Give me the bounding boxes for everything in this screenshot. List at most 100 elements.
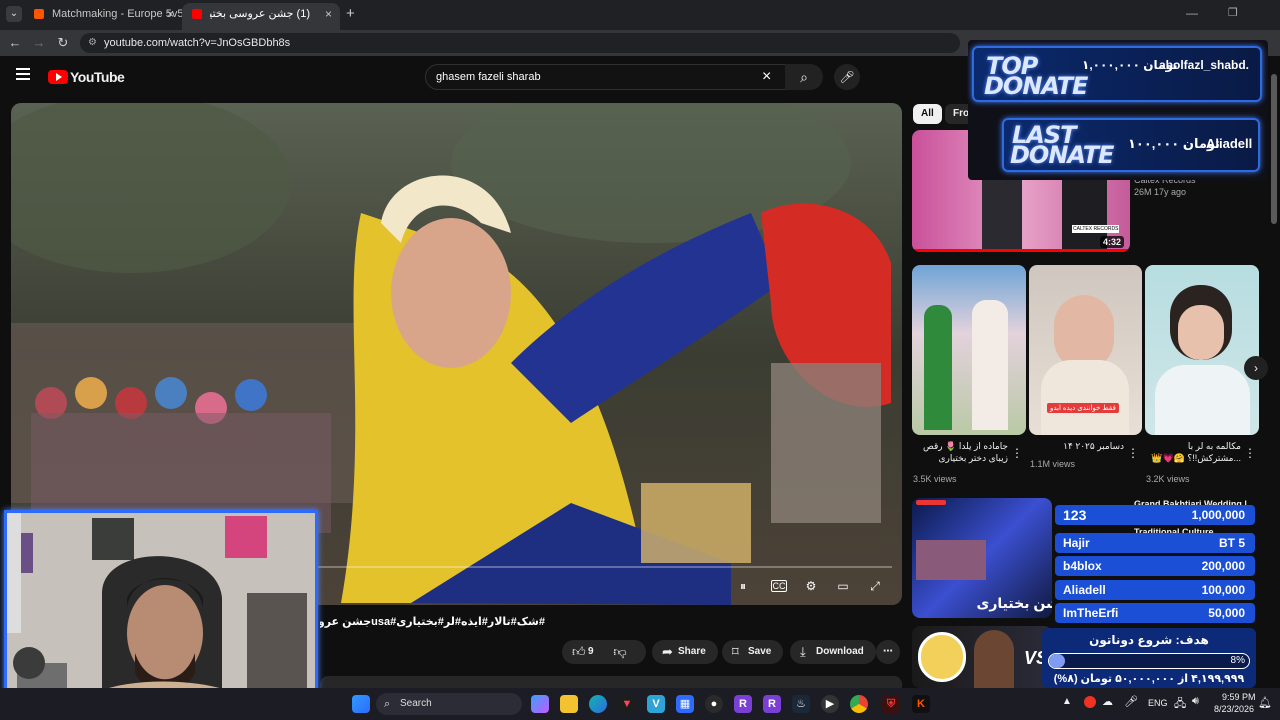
store-icon[interactable]: ▦ [676,695,694,713]
goal-progress-fill [1049,654,1065,668]
top-donate-word2: DONATE [984,72,1088,100]
more-actions-button[interactable]: ⋯ [876,640,900,664]
forward-icon[interactable]: → [30,34,48,52]
featured-meta: 26M 17y ago [1134,187,1187,197]
youtube-logo[interactable]: YouTube [48,69,125,85]
pause-icon[interactable]: ⏸ [735,578,751,594]
donor-amount: 50,000 [1208,606,1245,620]
minimize-icon[interactable]: — [1186,6,1198,20]
browser-tab-bar: ⌄ Matchmaking - Europe 5v5 Qu × (1) جشن … [0,0,1280,30]
reload-icon[interactable]: ↻ [54,34,72,52]
chip-all[interactable]: All [913,104,942,124]
last-donate-panel: LAST DONATE ۱۰۰,۰۰۰ تومان Aliadell [1002,118,1260,172]
fullscreen-icon[interactable]: ⤢ [867,578,883,594]
goal-progress-track: 8% [1048,653,1250,669]
r-app-icon-2[interactable]: R [763,695,781,713]
close-tab-icon[interactable]: × [325,3,332,25]
tray-mic-icon[interactable]: 🎤︎ [1124,695,1138,708]
clock-date[interactable]: 8/23/2026 [1214,704,1254,714]
short-title-3: مکالمه به لر با ...مشترکش!!؟ 🤗💗👑 [1151,441,1241,463]
last-donate-user: Aliadell [1206,136,1253,151]
copilot-icon[interactable] [531,695,549,713]
logo-text: YouTube [70,69,125,85]
valorant-icon[interactable]: ▼ [618,695,636,713]
url-field[interactable]: ⚙ youtube.com/watch?v=JnOsGBDbh8s [80,33,960,53]
share-button[interactable]: ➦ Share [652,640,718,664]
short-thumbnail-2[interactable]: فقط خوانندی دیده ابدو [1029,265,1142,435]
network-icon[interactable]: 🖧︎ [1174,695,1186,714]
short-thumbnail-3[interactable] [1145,265,1259,435]
third-video-thumbnail[interactable]: VS [912,626,1052,688]
donor-amount: 200,000 [1201,559,1245,573]
search-input[interactable]: ghasem fazeli sharab × [425,64,821,90]
tab-matchmaking[interactable]: Matchmaking - Europe 5v5 Qu × [24,3,182,30]
last-donate-word2: DONATE [1010,141,1114,169]
clear-search-icon[interactable]: × [762,65,771,89]
more-icon: ⋯ [883,646,893,657]
tray-overflow-icon[interactable]: ▲ [1062,696,1072,707]
donor-name: ImTheErfi [1063,606,1119,620]
close-tab-icon[interactable]: × [167,3,174,25]
clock-time[interactable]: 9:59 PM [1222,692,1256,702]
like-button[interactable]: 👍︎ 9 [562,640,606,664]
save-button[interactable]: ⌑ Save [722,640,784,664]
faceit-taskbar-icon[interactable]: K [912,695,930,713]
short-more-icon[interactable]: ⋮ [1244,446,1256,460]
notifications-icon[interactable]: 🔔︎ [1258,696,1272,709]
top-donate-user: abolfazl_shabd... [1159,58,1249,72]
donor-name: Hajir [1063,536,1090,550]
file-explorer-icon[interactable] [560,695,578,713]
tray-cloud-icon[interactable]: ☁ [1102,695,1113,708]
search-button[interactable]: ⌕ [785,64,823,90]
short-caption: فقط خوانندی دیده ابدو [1047,403,1119,413]
short-more-icon[interactable]: ⋮ [1127,446,1139,460]
obs-icon[interactable]: ● [705,695,723,713]
back-icon[interactable]: ← [6,34,24,52]
site-info-icon[interactable]: ⚙ [88,33,97,53]
edge-icon[interactable] [589,695,607,713]
tab-title: Matchmaking - Europe 5v5 Qu [52,8,182,20]
windows-start-icon[interactable] [352,695,370,713]
media-player-icon[interactable]: ▶ [821,695,839,713]
steam-icon[interactable]: ♨ [792,695,810,713]
settings-gear-icon[interactable]: ⚙ [803,578,819,594]
like-count: 9 [588,646,594,657]
scrollbar-thumb[interactable] [1271,74,1277,224]
download-label: Download [816,646,864,657]
short-views-2: 1.1M views [1030,459,1076,469]
short-more-icon[interactable]: ⋮ [1011,446,1023,460]
bookmark-icon: ⌑ [732,644,739,659]
language-indicator[interactable]: ENG [1148,698,1168,708]
goal-percent: 8% [1230,655,1245,666]
new-tab-button[interactable]: + [346,5,355,22]
donor-amount: 100,000 [1201,583,1245,597]
taskbar-search[interactable]: ⌕ Search [376,693,522,715]
shield-app-icon[interactable]: ⛨ [882,695,900,713]
voice-search-icon[interactable]: 🎤︎ [834,64,860,90]
second-video-thumbnail[interactable]: ...دوم جشن بختیاری [912,498,1052,618]
download-button[interactable]: ⤓ Download [790,640,876,664]
tray-app-icon[interactable] [1084,696,1096,708]
volume-icon[interactable]: 🔊︎ [1192,695,1199,708]
restore-icon[interactable]: ❐ [1228,6,1238,19]
description-box[interactable] [320,676,902,688]
dislike-button[interactable]: 👎︎ [606,640,646,664]
app-icon[interactable]: V [647,695,665,713]
chrome-icon[interactable] [850,695,868,713]
captions-icon[interactable]: CC [771,580,787,592]
leaderboard-row: Aliadell 100,000 [1055,580,1255,600]
menu-icon[interactable] [16,68,30,80]
tab-list-button[interactable]: ⌄ [6,6,22,22]
donor-name: 123 [1063,507,1087,523]
windows-taskbar: ⌕ Search ▼ V ▦ ● R R ♨ ▶ ⛨ K ▲ ☁ 🎤︎ ENG … [0,688,1280,720]
page-scrollbar[interactable] [1270,60,1278,688]
donation-goal-panel: هدف: شروع دوناتون 8% ۴,۱۹۹,۹۹۹ از ۵۰,۰۰۰… [1042,628,1256,688]
youtube-favicon-icon [192,9,202,19]
tab-youtube[interactable]: (1) جشن عروسی بختیاری با ح × [182,3,340,30]
leaderboard-row: ImTheErfi 50,000 [1055,603,1255,623]
r-app-icon[interactable]: R [734,695,752,713]
shorts-next-button[interactable]: › [1244,356,1268,380]
short-thumbnail-1[interactable] [912,265,1026,435]
theater-mode-icon[interactable]: ▭ [835,578,851,594]
thumbs-down-icon: 👎︎ [613,644,627,659]
